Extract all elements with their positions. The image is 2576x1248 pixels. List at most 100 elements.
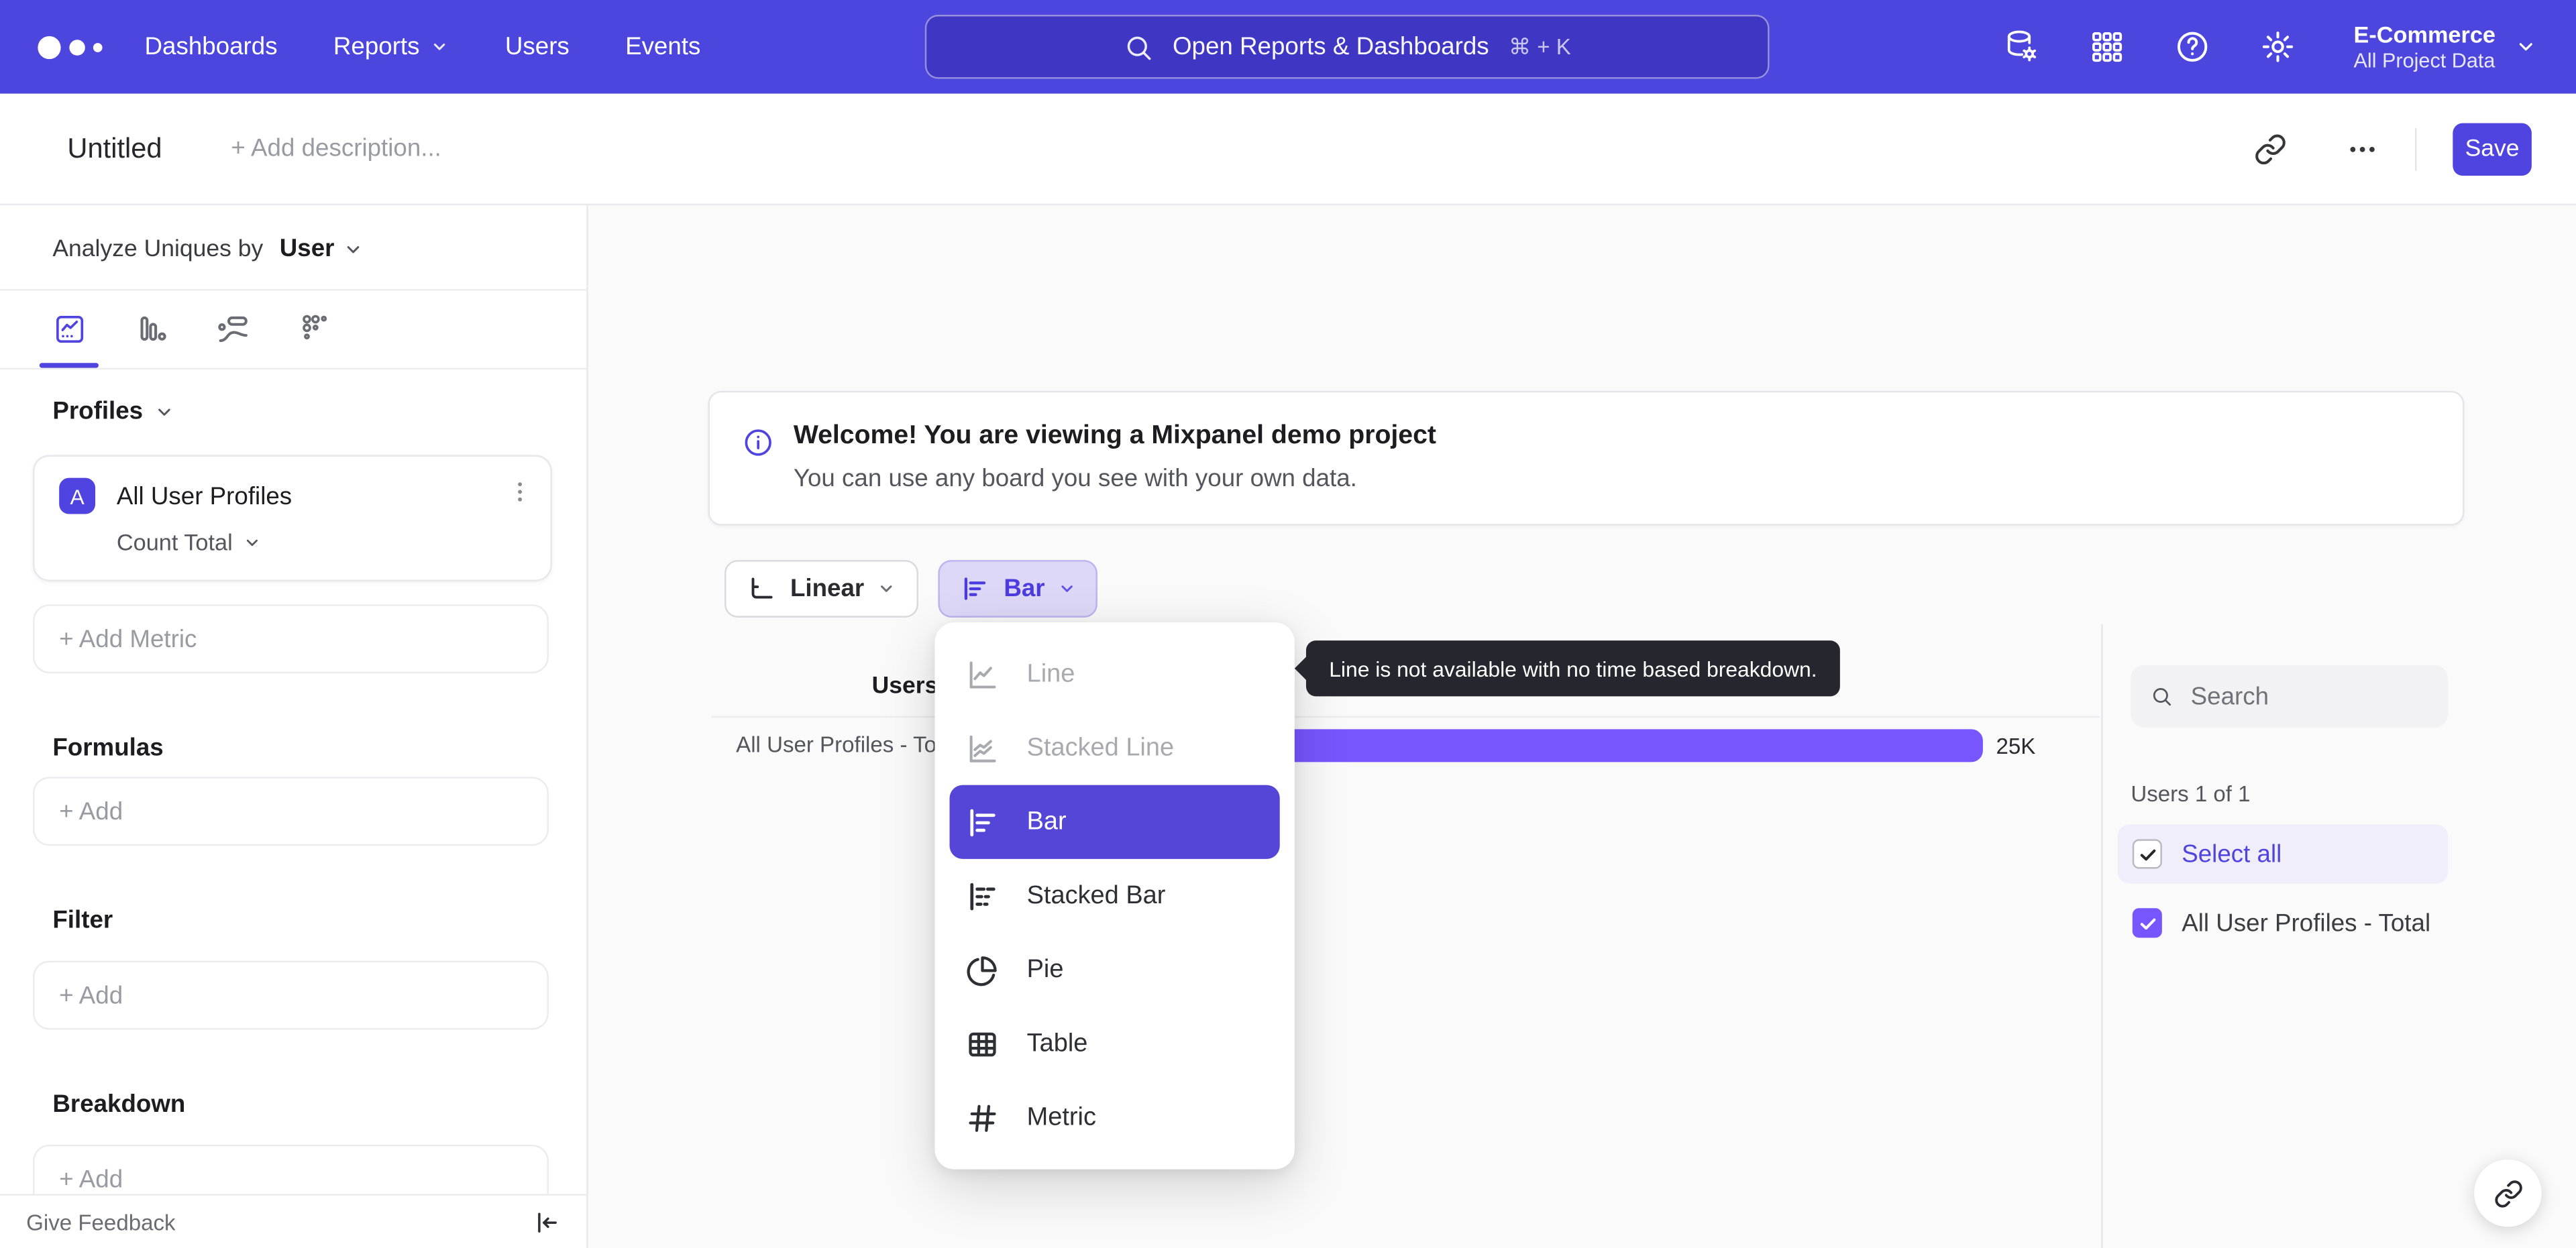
tab-flows[interactable] bbox=[201, 290, 266, 367]
chart-row-label: All User Profiles - Total bbox=[736, 732, 960, 757]
tab-funnels[interactable] bbox=[118, 290, 184, 367]
dropdown-item-stacked-bar[interactable]: Stacked Bar bbox=[934, 859, 1294, 933]
analyze-prefix: Analyze Uniques by bbox=[52, 235, 264, 262]
axis-icon bbox=[751, 577, 773, 599]
metric-aggregation-select[interactable]: Count Total bbox=[117, 529, 260, 555]
hash-icon bbox=[969, 1104, 996, 1131]
chevron-down-icon bbox=[434, 43, 446, 50]
nav-users-label: Users bbox=[504, 32, 570, 61]
chart-type-dropdown: Line Stacked Line Bar Stacked Bar Pie Ta… bbox=[934, 622, 1295, 1170]
top-nav-right: E-Commerce All Project Data bbox=[2002, 21, 2536, 73]
report-type-tabs bbox=[0, 290, 348, 368]
give-feedback-link[interactable]: Give Feedback bbox=[26, 1210, 175, 1235]
nav-events-label: Events bbox=[625, 32, 701, 61]
series-row[interactable]: All User Profiles - Total bbox=[2118, 893, 2448, 952]
right-panel-divider bbox=[2101, 624, 2103, 1248]
metric-name: All User Profiles bbox=[116, 483, 292, 511]
add-filter-label: + Add bbox=[59, 981, 123, 1009]
search-icon bbox=[2153, 687, 2171, 706]
sidebar-footer: Give Feedback bbox=[0, 1194, 587, 1248]
project-switcher[interactable]: E-Commerce All Project Data bbox=[2353, 21, 2536, 73]
info-icon bbox=[745, 429, 771, 456]
query-builder-sidebar: Analyze Uniques by User Profiles A All U… bbox=[0, 205, 588, 1248]
report-description-placeholder[interactable]: + Add description... bbox=[231, 135, 441, 163]
tab-insights[interactable] bbox=[36, 290, 102, 368]
search-icon bbox=[1127, 36, 1150, 60]
nav-reports[interactable]: Reports bbox=[333, 33, 449, 61]
horizontal-bar-chart-icon bbox=[970, 808, 996, 836]
metric-kebab-icon[interactable] bbox=[506, 478, 534, 506]
table-icon bbox=[969, 1031, 996, 1056]
add-metric-button[interactable]: + Add Metric bbox=[32, 604, 549, 674]
chart-users-column-header: Users bbox=[871, 673, 938, 700]
dropdown-item-label: Table bbox=[1026, 1029, 1088, 1057]
chart-type-button[interactable]: Bar bbox=[938, 560, 1097, 618]
series-search[interactable] bbox=[2131, 665, 2448, 728]
share-link-floating-button[interactable] bbox=[2474, 1159, 2542, 1227]
add-formula-button[interactable]: + Add bbox=[32, 777, 549, 846]
line-disabled-tooltip: Line is not available with no time based… bbox=[1305, 640, 1840, 697]
report-header-actions: Save bbox=[2254, 122, 2532, 175]
add-formula-label: + Add bbox=[59, 797, 123, 826]
banner-title: Welcome! You are viewing a Mixpanel demo… bbox=[793, 422, 1436, 451]
filter-section-header: Filter bbox=[52, 907, 113, 935]
metric-badge: A bbox=[59, 477, 96, 514]
more-options-icon[interactable] bbox=[2346, 132, 2379, 165]
content-area: Analyze Uniques by User Profiles A All U… bbox=[0, 205, 2576, 1248]
metric-card[interactable]: A All User Profiles Count Total bbox=[32, 455, 552, 581]
profiles-section-header[interactable]: Profiles bbox=[52, 398, 174, 425]
dropdown-item-stacked-line[interactable]: Stacked Line bbox=[934, 711, 1294, 785]
dropdown-item-bar[interactable]: Bar bbox=[949, 785, 1280, 859]
mixpanel-logo-icon[interactable] bbox=[36, 24, 115, 70]
dropdown-item-pie[interactable]: Pie bbox=[934, 933, 1294, 1007]
chart-type-label: Bar bbox=[1004, 575, 1045, 603]
series-checkbox[interactable] bbox=[2132, 908, 2162, 938]
analyze-entity-value: User bbox=[279, 235, 335, 263]
analyze-uniques-row: Analyze Uniques by User bbox=[52, 235, 362, 263]
report-header: Untitled + Add description... Save bbox=[0, 93, 2576, 206]
settings-gear-icon[interactable] bbox=[2258, 28, 2296, 66]
collapse-sidebar-icon[interactable] bbox=[532, 1208, 560, 1236]
chevron-down-icon bbox=[1061, 585, 1073, 592]
select-all-checkbox[interactable] bbox=[2132, 839, 2162, 869]
data-management-icon[interactable] bbox=[2002, 28, 2039, 66]
dropdown-item-label: Bar bbox=[1026, 807, 1067, 836]
apps-grid-icon[interactable] bbox=[2088, 28, 2125, 66]
save-button[interactable]: Save bbox=[2453, 122, 2532, 175]
demo-banner: Welcome! You are viewing a Mixpanel demo… bbox=[708, 390, 2465, 526]
scale-select-button[interactable]: Linear bbox=[724, 560, 918, 618]
copy-link-icon[interactable] bbox=[2254, 132, 2287, 165]
series-search-input[interactable] bbox=[2187, 681, 2428, 712]
stacked-line-chart-icon bbox=[969, 734, 996, 762]
sidebar-divider bbox=[0, 367, 587, 370]
nav-dashboards-label: Dashboards bbox=[144, 32, 278, 61]
project-name: E-Commerce bbox=[2353, 20, 2496, 47]
mixpanel-app: Dashboards Reports Users Events Open Rep… bbox=[0, 0, 2576, 1248]
chevron-down-icon bbox=[2519, 43, 2532, 51]
nav-dashboards[interactable]: Dashboards bbox=[145, 33, 278, 61]
add-breakdown-label: + Add bbox=[59, 1165, 123, 1194]
dropdown-item-metric[interactable]: Metric bbox=[934, 1080, 1294, 1154]
select-all-label: Select all bbox=[2182, 840, 2282, 868]
help-icon[interactable] bbox=[2173, 28, 2210, 66]
chevron-down-icon bbox=[246, 538, 257, 545]
metric-aggregation-value: Count Total bbox=[116, 528, 233, 555]
nav-events[interactable]: Events bbox=[625, 33, 700, 61]
analyze-entity-select[interactable]: User bbox=[280, 235, 362, 263]
project-scope: All Project Data bbox=[2353, 48, 2496, 72]
horizontal-bar-chart-icon bbox=[964, 577, 986, 600]
report-title[interactable]: Untitled bbox=[67, 132, 162, 165]
add-filter-button[interactable]: + Add bbox=[32, 960, 549, 1030]
header-divider bbox=[2415, 127, 2417, 170]
nav-users[interactable]: Users bbox=[505, 33, 570, 61]
select-all-row[interactable]: Select all bbox=[2117, 824, 2448, 884]
global-search[interactable]: Open Reports & Dashboards ⌘ + K bbox=[924, 15, 1770, 79]
report-canvas: Welcome! You are viewing a Mixpanel demo… bbox=[588, 205, 2576, 1248]
tab-retention[interactable] bbox=[282, 290, 348, 367]
tooltip-text: Line is not available with no time based… bbox=[1329, 656, 1817, 681]
chart-row: All User Profiles - Total 25K bbox=[711, 729, 2099, 762]
dropdown-item-table[interactable]: Table bbox=[934, 1007, 1294, 1080]
line-chart-icon bbox=[969, 661, 996, 688]
dropdown-item-line[interactable]: Line bbox=[934, 637, 1294, 711]
breakdown-title: Breakdown bbox=[52, 1090, 186, 1119]
